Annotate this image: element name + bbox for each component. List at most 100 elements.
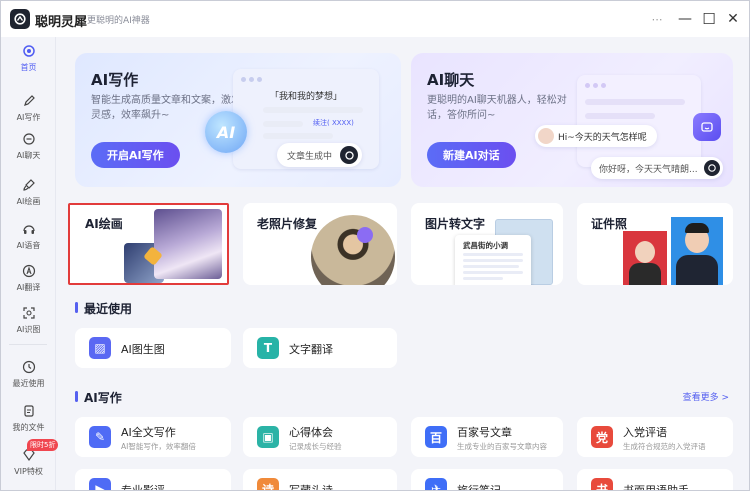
app-mini-logo-icon [703,160,720,176]
app-mini-logo-icon [340,146,359,164]
ai-painting-image [154,209,222,279]
more-options-icon[interactable]: ⋯ [647,9,667,29]
sidebar-item-label: 首页 [20,62,37,72]
tool-ai-full-writing[interactable]: ✎ AI全文写作 AI智能写作，效率翻倍 [75,417,231,457]
id-photo-blue-image [671,217,723,285]
app-window: 聪明灵犀 更聪明的AI神器 ⋯ — ☐ ✕ 首页 AI写作 AI聊天 AI绘画 … [0,0,750,491]
app-name: 聪明灵犀 [35,15,88,30]
mockup-tag: 续注( XXXX) [313,119,354,127]
hero-title: AI聊天 [427,71,475,89]
tool-subtitle: AI智能写作，效率翻倍 [121,442,196,451]
section-title-ai-writing: AI写作 [75,389,122,406]
sidebar-item-ai-translate[interactable]: AI翻译 [1,259,56,297]
translate-icon [22,264,36,278]
tool-reflection[interactable]: ▣ 心得体会 记录成长与经验 [243,417,397,457]
close-button[interactable]: ✕ [723,9,743,29]
sidebar: 首页 AI写作 AI聊天 AI绘画 AI语音 AI翻译 AI识图 最近使用 我的… [1,37,59,490]
image-gen-icon: ▨ [89,337,111,359]
sidebar-item-ai-chat[interactable]: AI聊天 [1,127,56,165]
home-icon [22,44,36,58]
feature-card-id-photo[interactable]: 证件照 [577,203,733,285]
maximize-button[interactable]: ☐ [699,9,719,29]
recognized-text-title: 武昌街的小调 [463,241,508,250]
minimize-button[interactable]: — [675,9,695,29]
hero-card-ai-chat[interactable]: AI聊天 更聪明的AI聊天机器人，轻松对话，答你所问~ 新建AI对话 Hi~今天… [411,53,733,187]
tool-name: 心得体会 [289,426,333,439]
feature-card-photo-restore[interactable]: 老照片修复 [243,203,397,285]
party-icon: 党 [591,426,613,448]
text-translate-icon: T [257,337,279,359]
main-content: AI写作 智能生成高质量文章和文案，激发灵感，效率飙升~ 开启AI写作 「我和我… [57,37,749,491]
chat-icon [22,132,36,146]
sidebar-item-label: AI聊天 [16,150,41,160]
pen-doc-icon: ✎ [89,426,111,448]
sidebar-item-label: 最近使用 [12,378,45,388]
hero-card-ai-writing[interactable]: AI写作 智能生成高质量文章和文案，激发灵感，效率飙升~ 开启AI写作 「我和我… [75,53,401,187]
sidebar-item-ai-painting[interactable]: AI绘画 [1,173,56,211]
tool-name: 旅行笔记 [457,484,501,491]
tool-subtitle: 生成专业的百家号文章内容 [457,442,547,451]
title-bar: 聪明灵犀 更聪明的AI神器 ⋯ — ☐ ✕ [1,1,749,37]
film-icon: ▶ [89,478,111,490]
status-text: 文章生成中 [287,151,333,162]
sidebar-item-ai-writing[interactable]: AI写作 [1,89,56,127]
sidebar-item-label: 我的文件 [12,422,45,432]
feature-card-ai-painting[interactable]: AI绘画 [68,203,229,285]
tool-name: 写藏头诗 [289,484,333,491]
sidebar-item-label: AI绘画 [16,196,41,206]
hero-title: AI写作 [91,71,139,89]
tool-formal-writing-assistant[interactable]: 书 书面用语助手 [577,469,733,491]
sidebar-item-ai-voice[interactable]: AI语音 [1,217,56,255]
tool-subtitle: 记录成长与经验 [289,442,342,451]
sidebar-divider [9,344,47,345]
new-ai-chat-button[interactable]: 新建AI对话 [427,142,516,168]
restored-photo-image [311,215,395,285]
feature-card-image-to-text[interactable]: 图片转文字 武昌街的小调 [411,203,563,285]
assist-icon: 书 [591,478,613,490]
question-text: Hi~今天的天气怎样呢 [558,132,647,143]
tool-name: 专业影评 [121,484,165,491]
sparkle-icon [357,227,373,243]
tool-party-comment[interactable]: 党 入党评语 生成符合规范的入党评语 [577,417,733,457]
file-icon [22,404,36,418]
app-slogan: 更聪明的AI神器 [87,16,150,26]
feature-title: 证件照 [591,217,628,231]
status-bubble: 文章生成中 [277,143,363,167]
tool-name: 入党评语 [623,426,667,439]
tool-film-review[interactable]: ▶ 专业影评 [75,469,231,491]
notebook-icon: ▣ [257,426,279,448]
brush-icon [22,178,36,192]
sidebar-item-ai-recognition[interactable]: AI识图 [1,301,56,339]
scan-icon [22,306,36,320]
sidebar-item-recent[interactable]: 最近使用 [1,355,56,393]
see-more-link[interactable]: 查看更多 > [683,390,729,403]
sidebar-item-my-files[interactable]: 我的文件 [1,399,56,437]
sidebar-item-label: VIP特权 [14,466,43,476]
section-title-recent: 最近使用 [75,300,132,317]
question-bubble: Hi~今天的天气怎样呢 [535,125,657,147]
ai-badge-icon: AI [205,111,247,153]
sidebar-item-label: AI语音 [16,240,41,250]
baijia-icon: 百 [425,426,447,448]
sidebar-item-home[interactable]: 首页 [1,39,56,77]
feature-title: AI绘画 [85,217,123,231]
tool-text-translate[interactable]: T 文字翻译 [243,328,397,368]
tool-ai-image-gen[interactable]: ▨ AI图生图 [75,328,231,368]
vip-discount-badge: 限时5折 [27,439,59,451]
id-photo-red-image [623,231,667,285]
tool-name: 书面用语助手 [623,484,689,491]
chat-mockup [577,75,701,167]
start-ai-writing-button[interactable]: 开启AI写作 [91,142,180,168]
recognized-text-card: 武昌街的小调 [455,235,531,285]
answer-bubble: 你好呀，今天天气晴朗... [591,157,723,179]
pen-icon [22,94,36,108]
sidebar-item-label: AI识图 [16,324,41,334]
tool-acrostic-poem[interactable]: 诗 写藏头诗 [243,469,397,491]
poem-icon: 诗 [257,478,279,490]
tool-travel-notes[interactable]: ✈ 旅行笔记 [411,469,563,491]
sidebar-item-label: AI翻译 [16,282,41,292]
tool-baijia-article[interactable]: 百 百家号文章 生成专业的百家号文章内容 [411,417,563,457]
tool-name: AI图生图 [121,343,165,356]
tool-name: 百家号文章 [457,426,512,439]
answer-text: 你好呀，今天天气晴朗... [599,164,698,175]
